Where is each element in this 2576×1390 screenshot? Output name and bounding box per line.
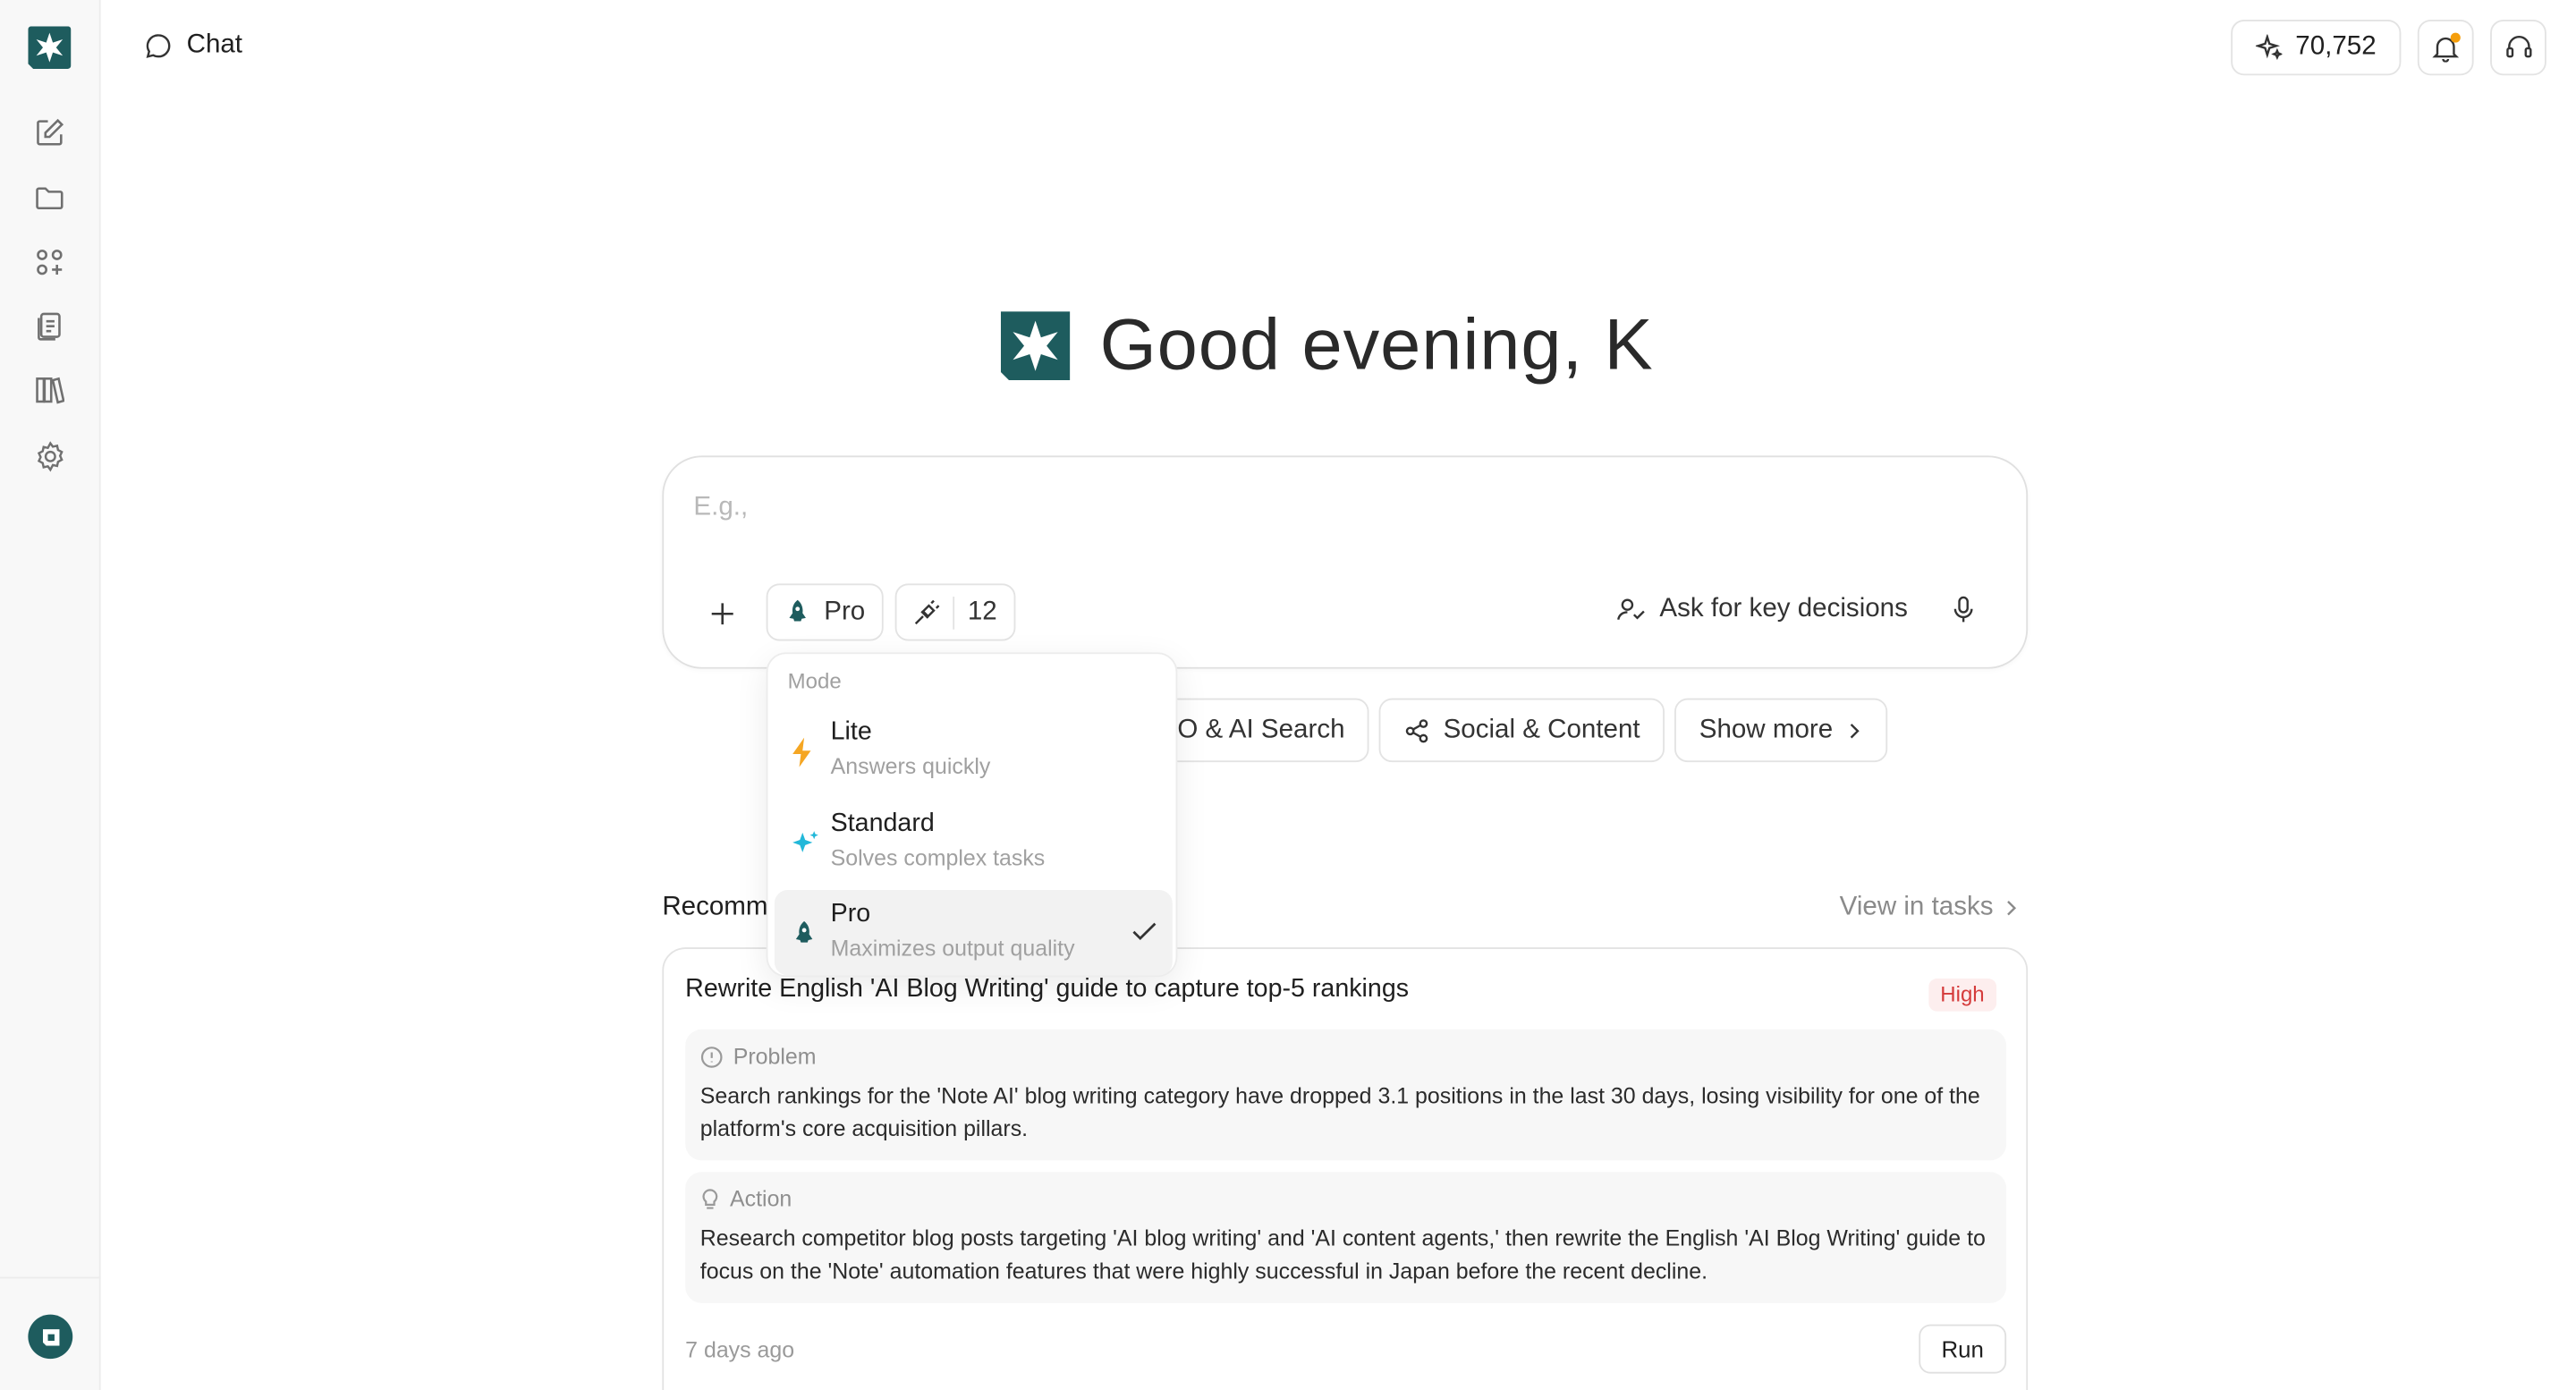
credits-button[interactable]: 70,752 <box>2231 19 2402 76</box>
library-icon[interactable] <box>31 372 68 408</box>
tools-button[interactable]: 12 <box>894 583 1016 641</box>
info-icon <box>700 1046 723 1067</box>
chevron-right-icon <box>2007 901 2017 916</box>
mode-option-pro[interactable]: Pro Maximizes output quality <box>774 890 1173 976</box>
checkmark-icon <box>1132 922 1157 941</box>
tools-separator <box>953 596 955 629</box>
action-label: Action <box>730 1186 792 1212</box>
lightbulb-icon <box>702 1188 718 1208</box>
microphone-button[interactable] <box>1952 595 1975 632</box>
mode-option-standard[interactable]: Standard Solves complex tasks <box>775 800 1173 885</box>
mode-dropdown: Mode Lite Answers quickly Standard Solve… <box>766 652 1178 978</box>
mode-selector-button[interactable]: Pro <box>766 583 884 641</box>
priority-badge: High <box>1928 979 1996 1012</box>
tools-count: 12 <box>967 597 997 626</box>
plus-icon <box>710 602 733 624</box>
mode-option-name: Pro <box>830 900 871 928</box>
chip-label: Social & Content <box>1443 715 1640 744</box>
support-button[interactable] <box>2490 19 2546 76</box>
starburst-icon <box>1013 320 1058 371</box>
mode-option-desc: Solves complex tasks <box>830 845 1046 871</box>
ask-key-decisions-toggle[interactable]: Ask for key decisions <box>1616 595 1908 624</box>
mode-option-lite[interactable]: Lite Answers quickly <box>775 708 1173 793</box>
run-button[interactable]: Run <box>1919 1324 2007 1374</box>
plug-icon <box>914 598 940 624</box>
recommendation-card: Rewrite English 'AI Blog Writing' guide … <box>662 947 2029 1390</box>
chevron-right-icon <box>1850 723 1860 738</box>
lightning-icon <box>792 737 811 767</box>
new-chat-icon[interactable] <box>31 114 68 150</box>
problem-section: Problem Search rankings for the 'Note AI… <box>685 1029 2007 1161</box>
chip-seo-ai-search[interactable]: O & AI Search <box>1152 698 1370 763</box>
action-section: Action Research competitor blog posts ta… <box>685 1172 2007 1303</box>
notifications-button[interactable] <box>2417 19 2474 76</box>
chip-label: Show more <box>1699 715 1834 744</box>
notification-dot <box>2450 32 2461 43</box>
chat-bubble-icon <box>146 34 171 58</box>
prompt-input[interactable]: E.g., <box>693 494 748 523</box>
chip-social-content[interactable]: Social & Content <box>1378 698 1665 763</box>
problem-label: Problem <box>733 1044 817 1069</box>
prompt-composer: E.g., Pro 12 Ask for key decisions <box>662 455 2029 669</box>
share-icon <box>1405 718 1428 742</box>
card-timestamp: 7 days ago <box>685 1337 795 1362</box>
folder-icon[interactable] <box>31 181 68 216</box>
sparkle-icon <box>792 831 818 852</box>
greeting: Good evening, K <box>1000 304 1654 387</box>
view-in-tasks-label: View in tasks <box>1839 893 1994 921</box>
mode-selector-label: Pro <box>824 597 866 626</box>
user-avatar[interactable] <box>28 1314 73 1360</box>
sidebar <box>0 0 101 1390</box>
user-check-icon <box>1617 598 1645 620</box>
microphone-icon <box>1953 596 1973 623</box>
mode-option-name: Lite <box>830 717 872 746</box>
headset-icon <box>2505 36 2531 58</box>
settings-icon[interactable] <box>31 437 68 473</box>
sparkle-icon <box>2255 34 2283 61</box>
mode-option-desc: Maximizes output quality <box>830 936 1075 961</box>
page-title: Chat <box>145 31 242 61</box>
greeting-logo <box>1000 311 1071 381</box>
card-title: Rewrite English 'AI Blog Writing' guide … <box>685 975 1410 1004</box>
rocket-icon <box>789 599 806 622</box>
problem-text: Search rankings for the 'Note AI' blog w… <box>699 1083 1980 1141</box>
action-text: Research competitor blog posts targeting… <box>699 1225 1986 1284</box>
chip-label: O & AI Search <box>1177 715 1345 744</box>
mode-option-desc: Answers quickly <box>830 753 991 779</box>
starburst-icon <box>36 32 64 63</box>
ask-key-decisions-label: Ask for key decisions <box>1659 595 1908 623</box>
attach-button[interactable] <box>703 595 740 631</box>
sidebar-divider <box>0 1276 101 1279</box>
app-logo[interactable] <box>28 26 72 69</box>
greeting-text: Good evening, K <box>1099 304 1654 386</box>
rocket-icon <box>795 920 813 943</box>
mode-dropdown-heading: Mode <box>787 668 842 694</box>
avatar-logo-icon <box>42 1328 59 1345</box>
recommended-heading: Recomm <box>662 893 768 921</box>
mode-option-name: Standard <box>830 809 935 838</box>
documents-icon[interactable] <box>31 309 68 344</box>
apps-icon[interactable] <box>31 244 68 280</box>
page-title-text: Chat <box>186 30 243 59</box>
view-in-tasks-link[interactable]: View in tasks <box>1840 894 2020 923</box>
credits-count: 70,752 <box>2295 32 2377 61</box>
show-more-button[interactable]: Show more <box>1674 698 1888 763</box>
